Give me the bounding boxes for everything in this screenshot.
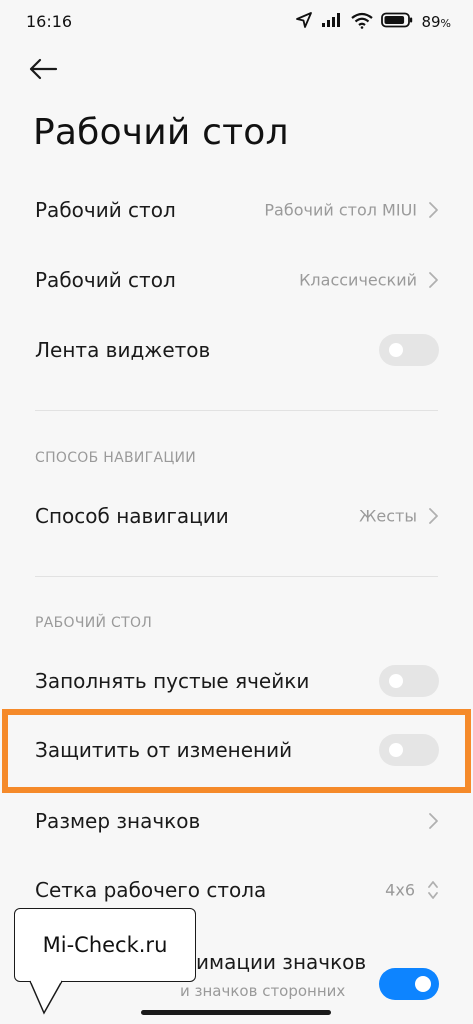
row-value: Жесты [359, 506, 417, 526]
up-down-icon [426, 879, 440, 901]
row-value: Классический [299, 270, 417, 290]
navigation-method-row[interactable]: Способ навигации Жесты [0, 486, 473, 546]
fill-empty-cells-row: Заполнять пустые ячейки [0, 651, 473, 711]
row-label: Заполнять пустые ячейки [35, 669, 310, 693]
row-label: Рабочий стол [35, 268, 176, 292]
row-label: Размер значков [35, 809, 201, 833]
chevron-right-icon [427, 271, 439, 289]
battery-icon [381, 12, 413, 32]
widget-feed-row: Лента виджетов [0, 320, 473, 380]
chevron-right-icon [427, 201, 439, 219]
section-header-navigation: СПОСОБ НАВИГАЦИИ [35, 450, 197, 466]
status-icons: 89% [295, 10, 451, 34]
chevron-right-icon [427, 812, 439, 830]
toggle-knob [389, 674, 403, 688]
page-title: Рабочий стол [33, 112, 289, 153]
icon-size-row[interactable]: Размер значков [0, 791, 473, 851]
row-label: имации значков [196, 950, 367, 974]
row-label: Способ навигации [35, 504, 229, 528]
desktop-mode-row[interactable]: Рабочий стол Классический [0, 250, 473, 310]
watermark-bubble: Mi-Check.ru [14, 908, 196, 982]
status-time: 16:16 [26, 12, 73, 31]
status-bar: 16:16 89% [0, 0, 473, 44]
divider [35, 410, 438, 411]
battery-percent: 89% [421, 13, 451, 31]
icon-animation-toggle[interactable] [379, 968, 439, 1000]
watermark-text: Mi-Check.ru [42, 933, 168, 957]
toggle-knob [415, 976, 431, 992]
fill-empty-cells-toggle[interactable] [379, 665, 439, 697]
row-label: Лента виджетов [35, 338, 211, 362]
row-label: Сетка рабочего стола [35, 878, 267, 902]
back-button[interactable] [28, 54, 68, 88]
row-sublabel: и значков сторонних [180, 982, 346, 1000]
home-indicator[interactable] [141, 1010, 331, 1015]
divider [35, 576, 438, 577]
row-value: Рабочий стол MIUI [264, 200, 417, 220]
signal-icon [321, 12, 343, 32]
toggle-knob [389, 343, 403, 357]
wifi-icon [351, 12, 374, 33]
row-value: 4x6 [385, 880, 415, 900]
location-arrow-icon [295, 11, 313, 33]
chevron-right-icon [427, 507, 439, 525]
arrow-left-icon [28, 58, 58, 84]
highlight-frame [2, 709, 471, 793]
desktop-type-row[interactable]: Рабочий стол Рабочий стол MIUI [0, 180, 473, 240]
watermark-tail [29, 979, 63, 1015]
section-header-desktop: РАБОЧИЙ СТОЛ [35, 615, 153, 631]
widget-feed-toggle[interactable] [379, 334, 439, 366]
row-label: Рабочий стол [35, 198, 176, 222]
